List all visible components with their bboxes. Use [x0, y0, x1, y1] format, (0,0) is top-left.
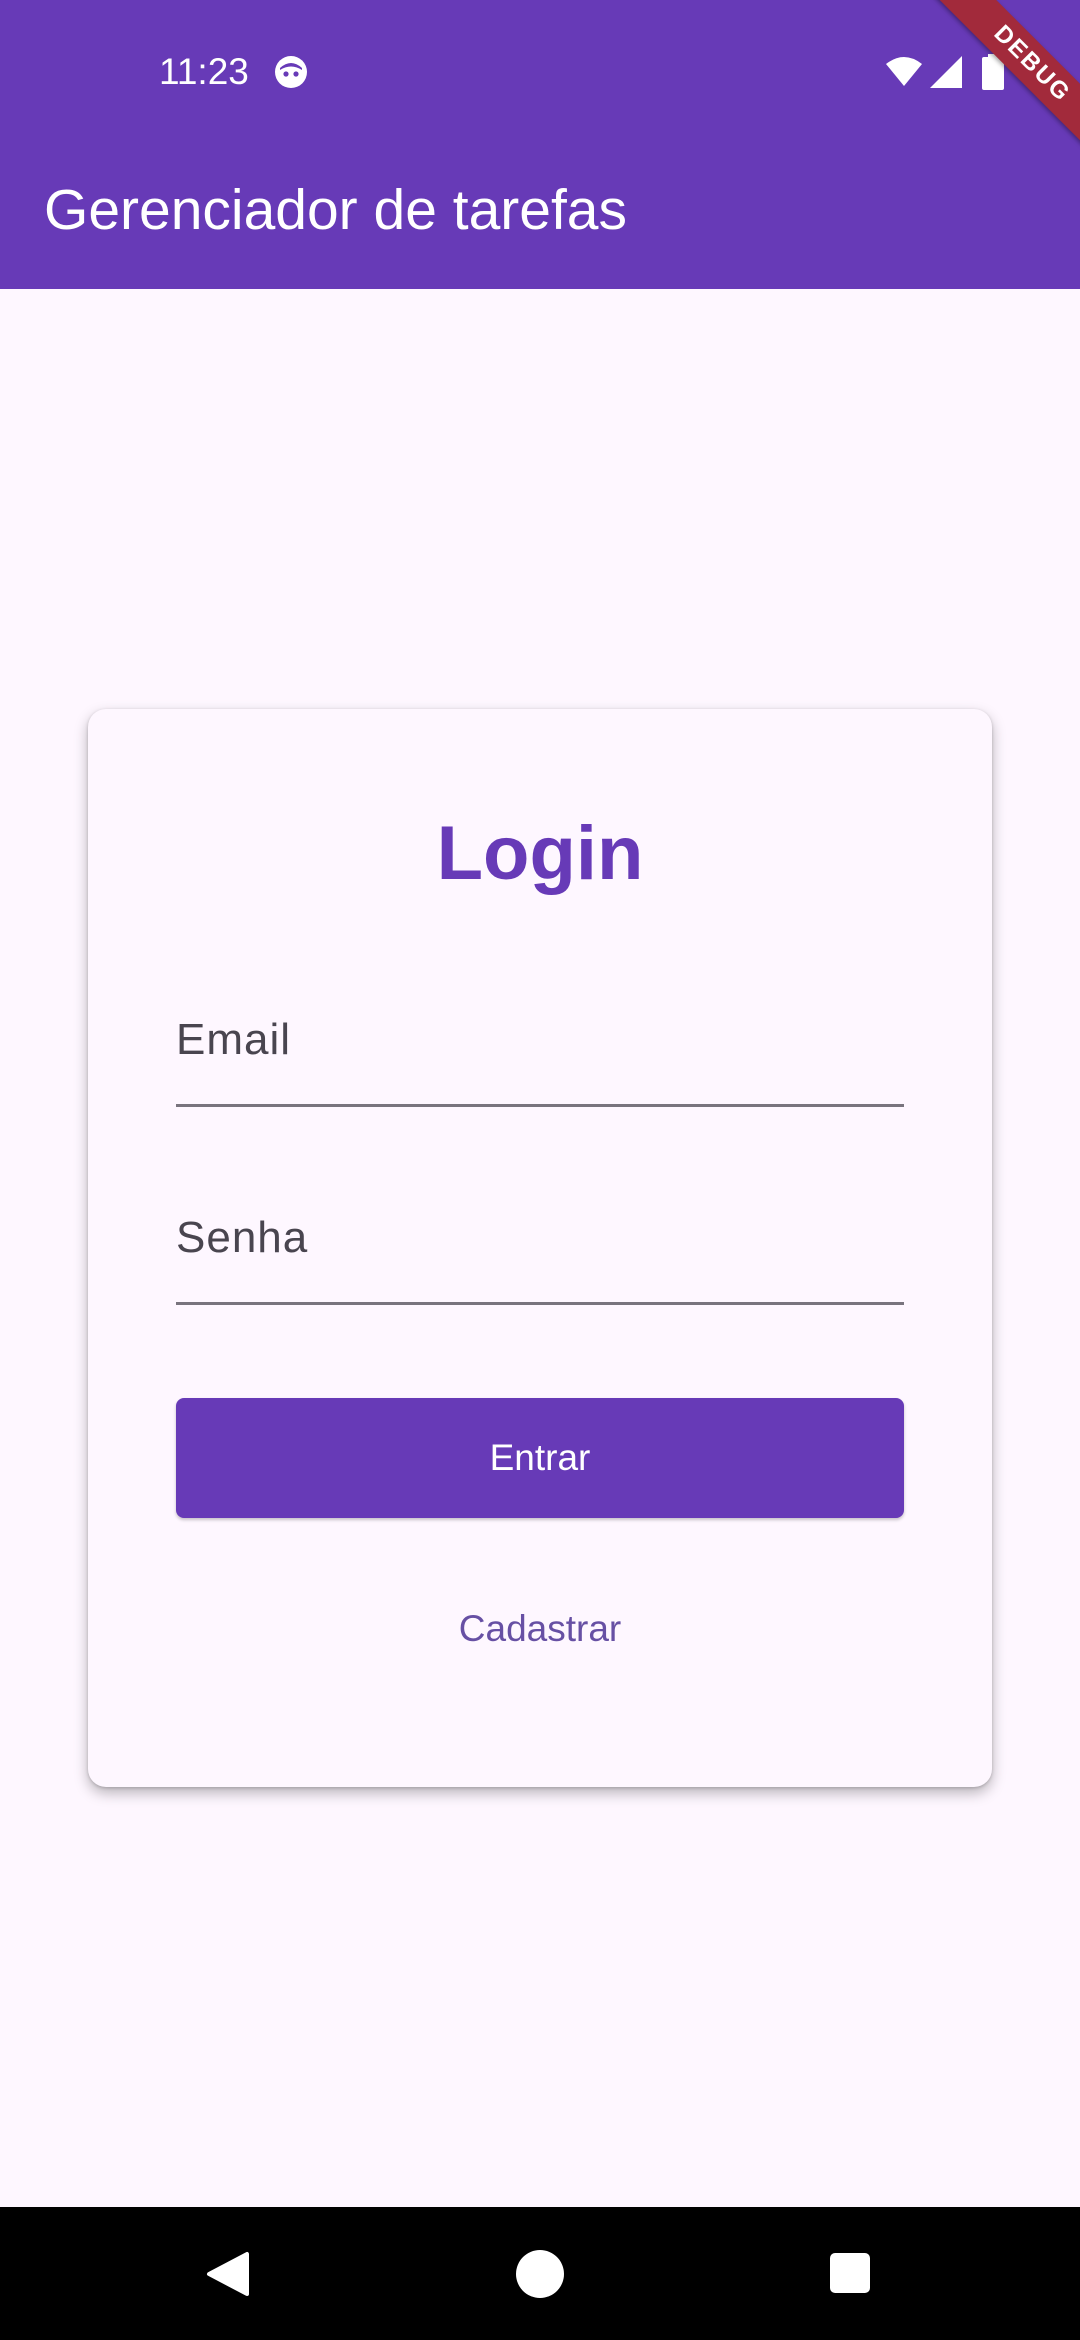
password-field[interactable]: Senha — [176, 1192, 904, 1305]
login-title: Login — [436, 811, 644, 896]
email-input[interactable] — [176, 994, 904, 1104]
back-icon[interactable] — [205, 2250, 251, 2298]
notification-face-icon — [275, 56, 307, 88]
status-time: 11:23 — [159, 51, 249, 92]
register-button[interactable]: Cadastrar — [390, 1589, 690, 1669]
app-bar-title: Gerenciador de tarefas — [44, 178, 627, 242]
login-card: Login Email Senha Entrar Cadastrar — [88, 709, 992, 1787]
system-nav-bar — [0, 2207, 1080, 2340]
password-input[interactable] — [176, 1192, 904, 1302]
app-bar: 11:23 DEBUG Gerenciador de tarefas — [0, 0, 1080, 289]
recent-apps-icon[interactable] — [829, 2252, 871, 2294]
login-button[interactable]: Entrar — [176, 1398, 904, 1518]
debug-banner-label: DEBUG — [933, 0, 1080, 163]
home-icon[interactable] — [515, 2249, 565, 2299]
email-field[interactable]: Email — [176, 994, 904, 1107]
debug-banner: DEBUG — [910, 0, 1080, 170]
